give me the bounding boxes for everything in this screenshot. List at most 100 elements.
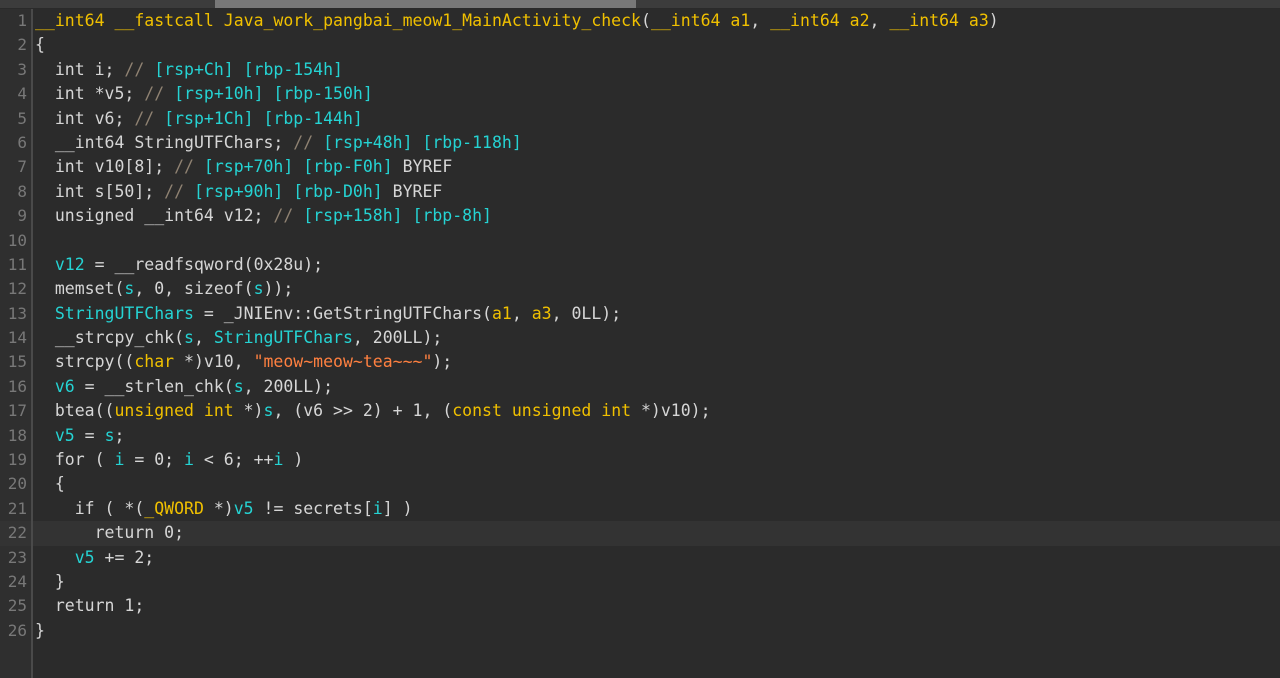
code-line[interactable]: 18 v5 = s; [0,424,1280,448]
code-line-text[interactable]: v5 += 2; [35,546,154,570]
line-number: 16 [0,375,31,399]
code-line[interactable]: 19 for ( i = 0; i < 6; ++i ) [0,448,1280,472]
code-line[interactable]: 15 strcpy((char *)v10, "meow~meow~tea~~~… [0,350,1280,374]
code-line[interactable]: 21 if ( *(_QWORD *)v5 != secrets[i] ) [0,497,1280,521]
line-number: 15 [0,350,31,374]
code-line[interactable]: 24 } [0,570,1280,594]
code-token: } [35,621,45,640]
code-line-text[interactable]: { [35,472,65,496]
code-token: return 0; [35,523,184,542]
code-token: StringUTFChars [55,304,194,323]
code-line[interactable]: 14 __strcpy_chk(s, StringUTFChars, 200LL… [0,326,1280,350]
line-number: 20 [0,472,31,496]
code-line[interactable]: 9 unsigned __int64 v12; // [rsp+158h] [r… [0,204,1280,228]
code-token: s [184,328,194,347]
code-line-text[interactable]: v12 = __readfsqword(0x28u); [35,253,323,277]
code-line-text[interactable]: v5 = s; [35,424,124,448]
code-token: ] ) [383,499,413,518]
code-token: s [234,377,244,396]
gutter-separator [31,58,33,82]
code-line-text[interactable]: v6 = __strlen_chk(s, 200LL); [35,375,333,399]
code-line[interactable]: 20 { [0,472,1280,496]
code-line-list[interactable]: 1__int64 __fastcall Java_work_pangbai_me… [0,9,1280,643]
line-number: 13 [0,302,31,326]
line-number: 1 [0,9,31,33]
code-line-text[interactable]: for ( i = 0; i < 6; ++i ) [35,448,303,472]
code-line[interactable]: 13 StringUTFChars = _JNIEnv::GetStringUT… [0,302,1280,326]
code-token: v5 [75,548,95,567]
code-line[interactable]: 12 memset(s, 0, sizeof(s)); [0,277,1280,301]
line-number: 23 [0,546,31,570]
code-line[interactable]: 7 int v10[8]; // [rsp+70h] [rbp-F0h] BYR… [0,155,1280,179]
code-line-text[interactable]: { [35,33,45,57]
code-line-text[interactable]: strcpy((char *)v10, "meow~meow~tea~~~"); [35,350,452,374]
code-line-text[interactable]: __int64 __fastcall Java_work_pangbai_meo… [35,9,999,33]
code-line[interactable]: 10 [0,229,1280,253]
code-line[interactable]: 11 v12 = __readfsqword(0x28u); [0,253,1280,277]
code-line[interactable]: 2{ [0,33,1280,57]
code-line[interactable]: 25 return 1; [0,594,1280,618]
code-token: , [750,11,770,30]
code-line-text[interactable]: __strcpy_chk(s, StringUTFChars, 200LL); [35,326,442,350]
code-line-text[interactable]: int v10[8]; // [rsp+70h] [rbp-F0h] BYREF [35,155,452,179]
code-line[interactable]: 26} [0,619,1280,643]
code-line[interactable]: 23 v5 += 2; [0,546,1280,570]
code-token: if ( *( [35,499,144,518]
code-token: // [134,109,164,128]
code-token: [rsp+90h] [rbp-D0h] [194,182,393,201]
code-token: )); [264,279,294,298]
code-line-text[interactable]: if ( *(_QWORD *)v5 != secrets[i] ) [35,497,413,521]
code-token: += 2; [95,548,155,567]
code-line-text[interactable]: memset(s, 0, sizeof(s)); [35,277,293,301]
code-token: v5 [234,499,254,518]
code-token: a2 [850,11,870,30]
code-line[interactable]: 4 int *v5; // [rsp+10h] [rbp-150h] [0,82,1280,106]
code-token: s [254,279,264,298]
code-line[interactable]: 1__int64 __fastcall Java_work_pangbai_me… [0,9,1280,33]
code-token: = _JNIEnv::GetStringUTFChars( [194,304,492,323]
code-token: "meow~meow~tea~~~" [254,352,433,371]
line-number: 11 [0,253,31,277]
code-token: *)v10); [641,401,711,420]
code-token: __int64 [35,11,114,30]
code-line-text[interactable]: btea((unsigned int *)s, (v6 >> 2) + 1, (… [35,399,711,423]
gutter-separator [31,302,33,326]
code-line[interactable]: 5 int v6; // [rsp+1Ch] [rbp-144h] [0,107,1280,131]
code-line[interactable]: 22 return 0; [0,521,1280,545]
code-token: int i; [35,60,124,79]
code-line-text[interactable]: __int64 StringUTFChars; // [rsp+48h] [rb… [35,131,522,155]
code-line[interactable]: 16 v6 = __strlen_chk(s, 200LL); [0,375,1280,399]
code-token: // [174,157,204,176]
code-token: // [293,133,323,152]
code-token: , 0, sizeof( [134,279,253,298]
code-line-text[interactable]: } [35,570,65,594]
code-line-text[interactable]: int v6; // [rsp+1Ch] [rbp-144h] [35,107,363,131]
line-number: 18 [0,424,31,448]
code-token: *) [244,401,264,420]
code-line[interactable]: 17 btea((unsigned int *)s, (v6 >> 2) + 1… [0,399,1280,423]
pseudocode-editor[interactable]: 1__int64 __fastcall Java_work_pangbai_me… [0,9,1280,678]
horizontal-scrollbar-thumb[interactable] [215,0,636,8]
code-line-text[interactable]: return 1; [35,594,144,618]
code-token: memset( [35,279,124,298]
code-line-text[interactable]: } [35,619,45,643]
horizontal-scrollbar[interactable] [0,0,1280,9]
code-line-text[interactable]: StringUTFChars = _JNIEnv::GetStringUTFCh… [35,302,621,326]
code-token: __int64 [889,11,968,30]
line-number: 21 [0,497,31,521]
code-line-text[interactable]: unsigned __int64 v12; // [rsp+158h] [rbp… [35,204,492,228]
line-number: 17 [0,399,31,423]
code-line-text[interactable]: int i; // [rsp+Ch] [rbp-154h] [35,58,343,82]
code-line-text[interactable]: int s[50]; // [rsp+90h] [rbp-D0h] BYREF [35,180,442,204]
line-number: 2 [0,33,31,57]
code-line-text[interactable]: return 0; [35,521,184,545]
code-token: { [35,35,45,54]
code-token [35,426,55,445]
code-line-text[interactable]: int *v5; // [rsp+10h] [rbp-150h] [35,82,373,106]
code-token: ; [115,426,125,445]
code-line[interactable]: 3 int i; // [rsp+Ch] [rbp-154h] [0,58,1280,82]
line-number: 22 [0,521,31,545]
code-line[interactable]: 6 __int64 StringUTFChars; // [rsp+48h] [… [0,131,1280,155]
line-number: 10 [0,229,31,253]
code-line[interactable]: 8 int s[50]; // [rsp+90h] [rbp-D0h] BYRE… [0,180,1280,204]
